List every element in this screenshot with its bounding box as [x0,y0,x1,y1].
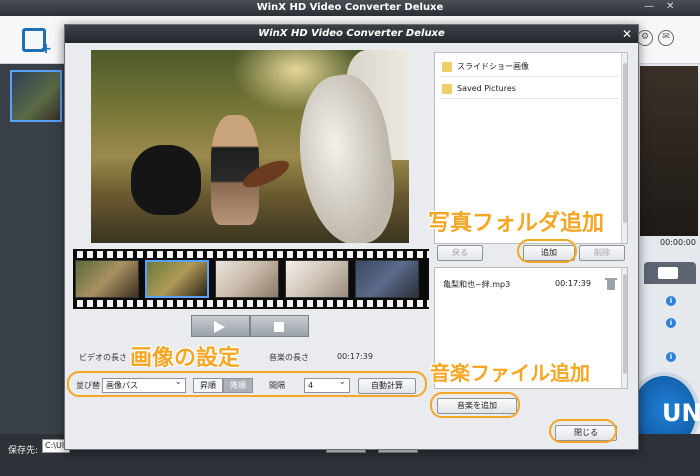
save-path-label: 保存先: [8,446,39,456]
folder-name: スライドショー画像 [457,62,529,71]
preview-time: 00:00:00 [660,238,696,247]
main-title: WinX HD Video Converter Deluxe [0,0,700,16]
highlight-ring-close [549,419,617,443]
scrollbar-thumb[interactable] [623,63,627,223]
music-file-name: 亀梨和也~絆.mp3 [443,280,511,289]
scrollbar-thumb[interactable] [623,274,627,374]
film-frame[interactable] [355,260,419,298]
stop-button[interactable] [250,315,309,337]
film-frame[interactable] [285,260,349,298]
music-length-label: 音楽の長さ [269,353,309,362]
highlight-ring-add-music [430,392,520,418]
mail-icon[interactable]: ✉ [658,30,674,46]
folder-item[interactable]: Saved Pictures [439,79,619,99]
main-window-controls: — ✕ [644,1,674,12]
folder-icon [442,84,452,94]
music-list-scrollbar[interactable] [621,268,627,388]
annotation-image-settings: 画像の設定 [130,346,241,371]
photo-dog [131,145,201,215]
dialog-close-icon[interactable]: ✕ [622,25,632,43]
back-button[interactable]: 戻る [437,245,483,261]
highlight-ring-add-folder [517,239,577,263]
video-length-label: ビデオの長さ [79,353,127,362]
stop-icon [274,322,284,332]
file-thumbnail[interactable] [10,70,62,122]
filmstrip [73,249,429,309]
film-sprockets-top [73,251,429,258]
music-item[interactable]: 亀梨和也~絆.mp3 00:17:39 [439,274,617,290]
dialog-title: WinX HD Video Converter Deluxe [65,25,638,43]
folder-item[interactable]: スライドショー画像 [439,57,619,77]
play-button[interactable] [191,315,250,337]
close-icon[interactable]: ✕ [666,1,674,12]
playback-controls [191,315,309,337]
folder-tab-icon[interactable] [644,262,696,284]
music-length-value: 00:17:39 [337,352,373,361]
music-duration: 00:17:39 [555,279,591,288]
add-video-icon[interactable] [22,28,52,57]
minimize-icon[interactable]: — [644,1,654,12]
preview-screen [640,66,698,236]
settings-icon[interactable]: ⚙ [637,30,653,46]
slideshow-preview-image [91,50,409,243]
folder-icon [442,62,452,72]
annotation-music-file: 音楽ファイル追加 [430,361,590,385]
play-icon [214,321,225,333]
film-frame[interactable] [215,260,279,298]
film-frame-selected[interactable] [145,260,209,298]
info-badge-icon[interactable]: i [666,318,676,328]
delete-folder-button[interactable]: 削除 [579,245,625,261]
highlight-ring-image-settings [67,371,427,397]
trash-icon[interactable] [605,278,617,290]
film-frame[interactable] [75,260,139,298]
photo-child [211,115,259,225]
film-sprockets-bottom [73,300,429,307]
annotation-photo-folder: 写真フォルダ追加 [428,211,605,236]
folder-list-scrollbar[interactable] [621,53,627,243]
info-badge-icon[interactable]: i [666,296,676,306]
folder-name: Saved Pictures [457,84,516,93]
info-badge-icon[interactable]: i [666,352,676,362]
